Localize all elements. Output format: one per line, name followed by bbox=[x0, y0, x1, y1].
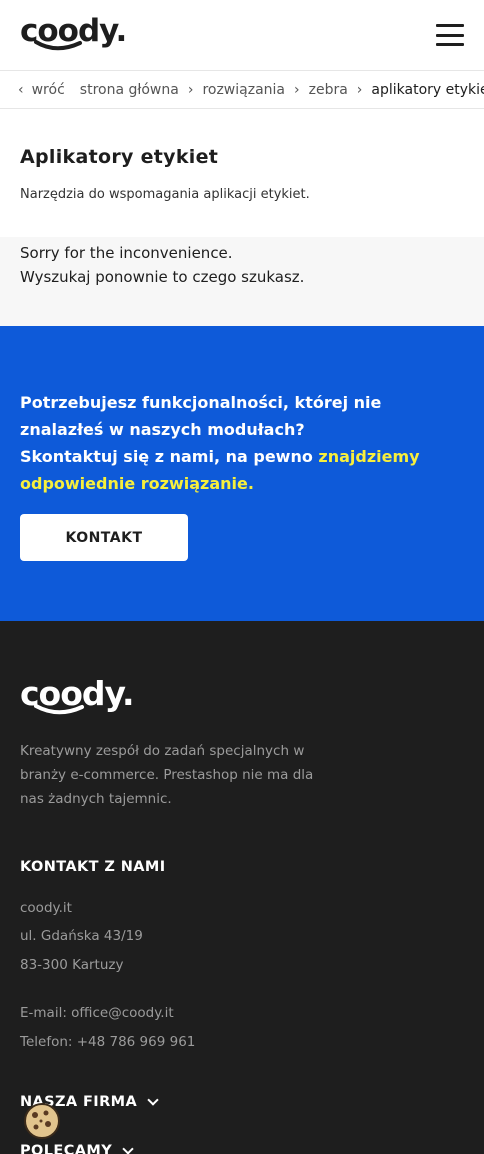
breadcrumb-item-zebra[interactable]: zebra bbox=[309, 82, 348, 98]
chevron-right-icon: › bbox=[187, 81, 194, 98]
chevron-right-icon: › bbox=[294, 81, 300, 98]
logo[interactable]: coody. bbox=[20, 14, 127, 54]
breadcrumb: ‹ wróć strona główna › rozwiązania › zeb… bbox=[0, 71, 484, 109]
footer-contact-heading: KONTAKT Z NAMI bbox=[20, 859, 166, 875]
footer-email[interactable]: E-mail: office@coody.it bbox=[20, 1005, 174, 1021]
footer-street: ul. Gdańska 43/19 bbox=[20, 928, 143, 944]
footer-city: 83-300 Kartuzy bbox=[20, 957, 124, 973]
hamburger-icon[interactable] bbox=[436, 24, 464, 46]
breadcrumb-item-current: aplikatory etykiet bbox=[371, 81, 484, 98]
logo-smile-icon bbox=[34, 40, 82, 51]
chevron-right-icon: › bbox=[356, 81, 363, 98]
site-footer: coody. Kreatywny zespół do zadań specjal… bbox=[0, 621, 484, 1154]
footer-company-link[interactable]: coody.it bbox=[20, 900, 72, 916]
breadcrumb-item-home[interactable]: strona główna bbox=[80, 82, 179, 98]
footer-phone[interactable]: Telefon: +48 786 969 961 bbox=[20, 1034, 195, 1050]
site-header: coody. bbox=[0, 0, 484, 71]
chevron-down-icon bbox=[147, 1093, 159, 1106]
cta-text: Potrzebujesz funkcjonalności, której nie… bbox=[20, 393, 420, 493]
contact-cta: Potrzebujesz funkcjonalności, której nie… bbox=[0, 326, 484, 621]
chevron-left-icon: ‹ bbox=[18, 81, 24, 98]
page-description: Narzędzia do wspomagania aplikacji etyki… bbox=[20, 187, 310, 202]
breadcrumb-back[interactable]: ‹ wróć bbox=[18, 82, 65, 98]
contact-button[interactable]: KONTAKT bbox=[20, 514, 188, 561]
notice-line-2: Wyszukaj ponownie to czego szukasz. bbox=[20, 268, 305, 286]
footer-about: Kreatywny zespół do zadań specjalnych w … bbox=[20, 743, 314, 807]
breadcrumb-item-solutions[interactable]: rozwiązania bbox=[202, 82, 285, 98]
empty-results-notice: Sorry for the inconvenience. Wyszukaj po… bbox=[0, 237, 484, 326]
page-title: Aplikatory etykiet bbox=[20, 146, 219, 168]
footer-section-recommend[interactable]: POLECAMY bbox=[20, 1142, 134, 1154]
chevron-down-icon bbox=[122, 1142, 134, 1154]
cookie-icon[interactable] bbox=[22, 1102, 62, 1140]
notice-line-1: Sorry for the inconvenience. bbox=[20, 244, 233, 262]
footer-logo[interactable]: coody. bbox=[20, 677, 135, 718]
